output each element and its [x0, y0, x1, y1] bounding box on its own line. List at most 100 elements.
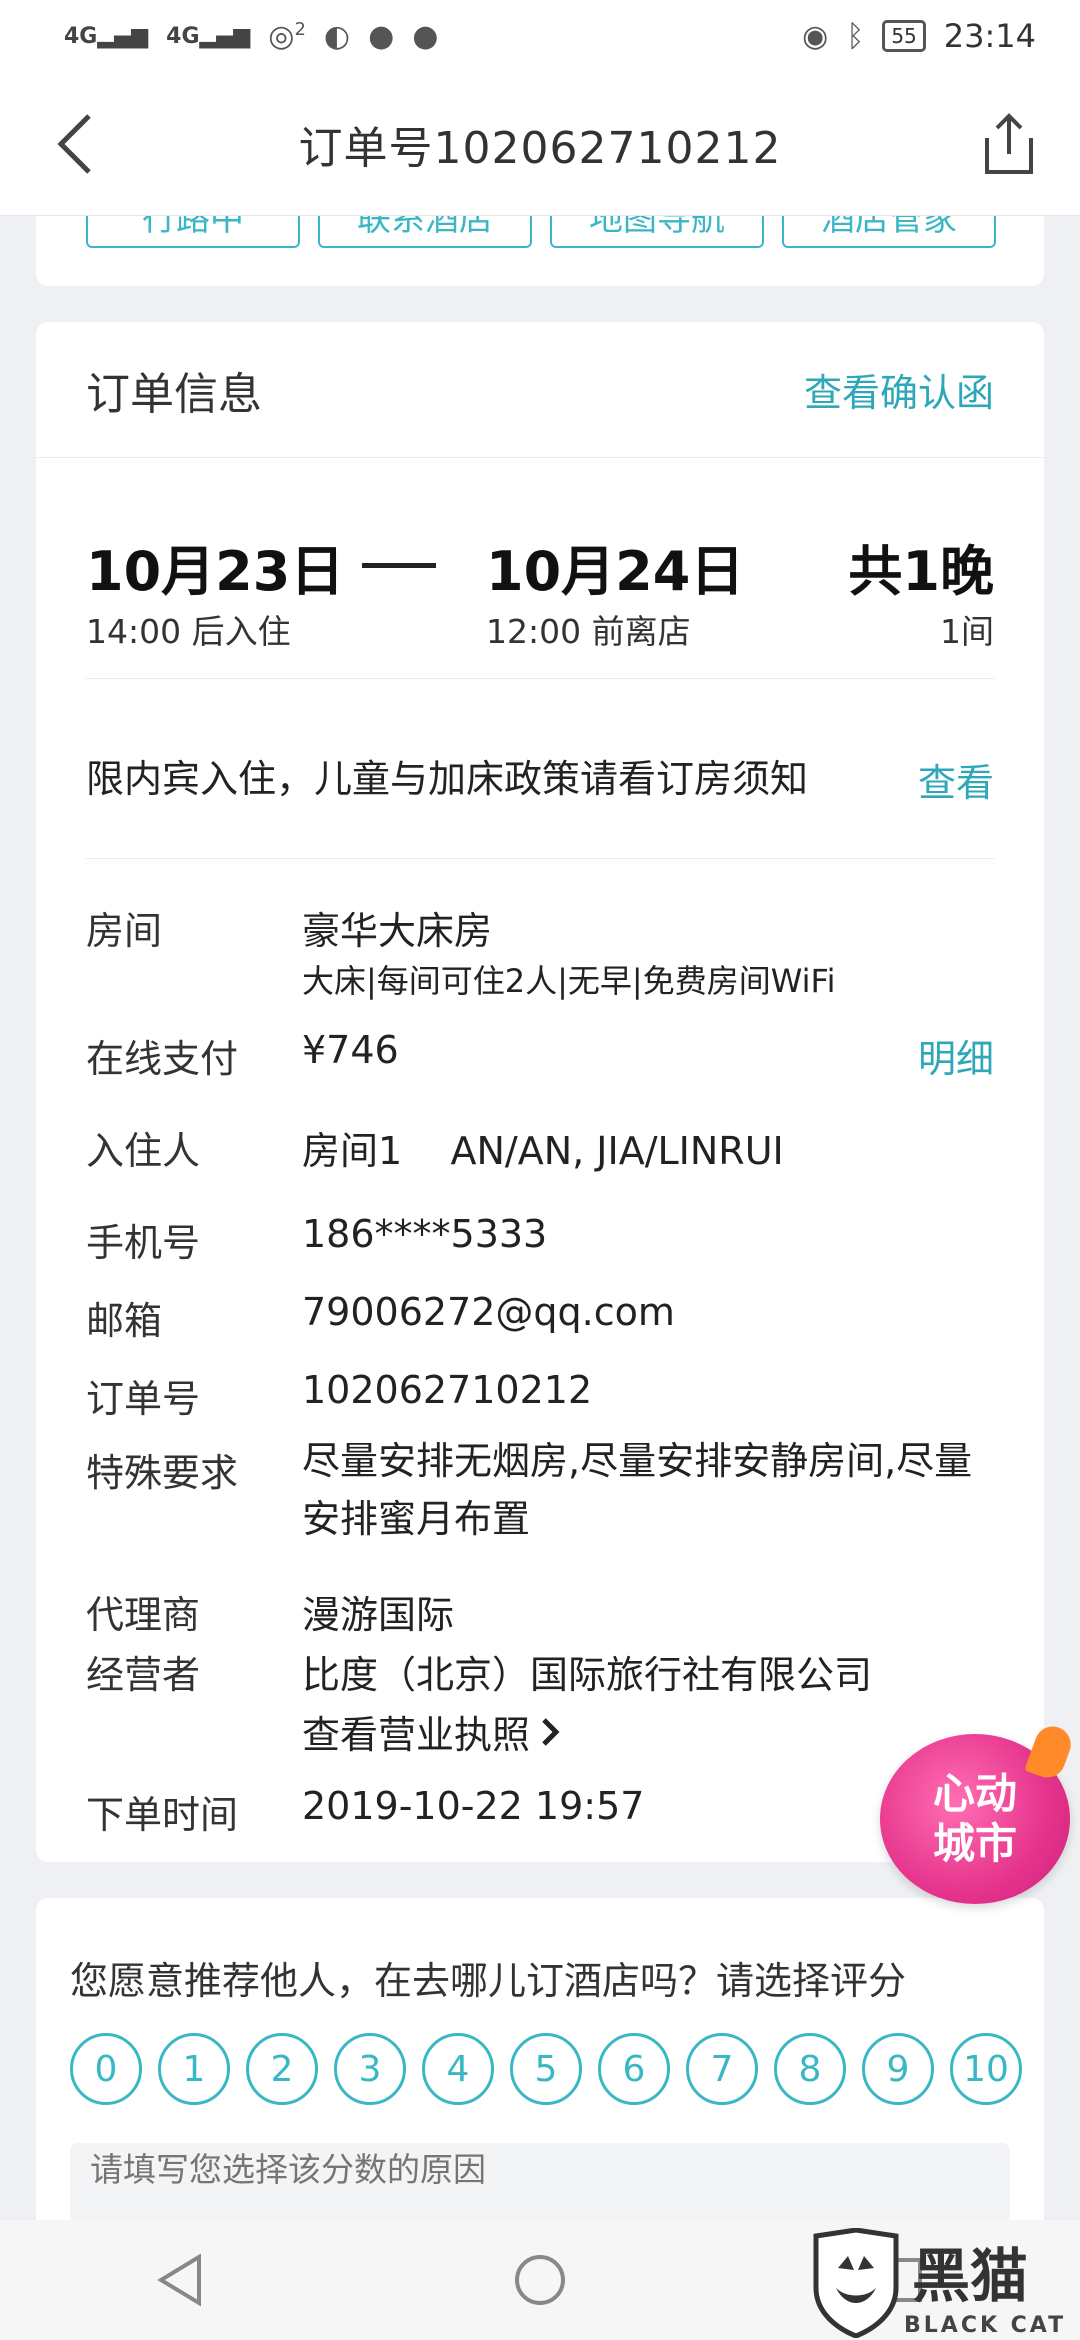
- divider: [86, 858, 994, 859]
- view-license-label: 查看营业执照: [302, 1713, 531, 1757]
- eye-icon: ◉: [802, 18, 829, 54]
- checkout-time: 12:00 前离店: [486, 612, 691, 651]
- order-info-card: 订单信息 查看确认函 10月23日 14:00 后入住 10月24日 12:00…: [36, 322, 1044, 1862]
- order-number-label: 订单号: [86, 1377, 201, 1421]
- status-left: 4G▂▄▆ 4G▂▄▆ ◎2 ◐ ● ●: [64, 19, 438, 54]
- view-license-link[interactable]: 查看营业执照: [302, 1704, 560, 1759]
- rooms-count: 1间: [940, 612, 994, 651]
- license-row: 查看营业执照: [86, 1704, 994, 1760]
- email-label: 邮箱: [86, 1299, 163, 1343]
- bluetooth-icon: ᛒ: [846, 18, 865, 54]
- score-5[interactable]: 5: [510, 2033, 582, 2105]
- special-request-value: 尽量安排无烟房,尽量安排安静房间,尽量安排蜜月布置: [302, 1439, 973, 1541]
- order-time-row: 下单时间 2019-10-22 19:57: [86, 1784, 994, 1840]
- badge-text: 心动 城市: [933, 1769, 1017, 1869]
- nights-count: 共1晚: [848, 540, 994, 603]
- hotspot-count: 2: [294, 18, 306, 40]
- view-policy-link[interactable]: 查看: [918, 752, 994, 807]
- chevron-left-icon: [57, 114, 91, 174]
- room-row: 房间 豪华大床房 大床|每间可住2人|无早|免费房间WiFi: [86, 900, 994, 1010]
- score-7[interactable]: 7: [686, 2033, 758, 2105]
- agent-value: 漫游国际: [302, 1593, 455, 1637]
- checkin-time: 14:00 后入住: [86, 612, 291, 651]
- nav-home-button[interactable]: [485, 2225, 595, 2335]
- view-confirmation-link[interactable]: 查看确认函: [804, 362, 994, 417]
- order-number-row: 订单号 102062710212: [86, 1368, 994, 1424]
- black-cat-watermark: 黑猫 BLACK CAT: [808, 2226, 1080, 2340]
- order-info-title: 订单信息: [86, 368, 262, 420]
- status-bar: 4G▂▄▆ 4G▂▄▆ ◎2 ◐ ● ● ◉ ᛒ 55 23:14: [0, 0, 1080, 72]
- cat-shield-icon: [813, 2228, 899, 2338]
- signal-bars-icon: ▂▄▆: [97, 23, 149, 49]
- top-action-button-1[interactable]: 行路中: [86, 216, 300, 248]
- badge-line-1: 心动: [932, 1769, 1017, 1818]
- operator-value: 比度（北京）国际旅行社有限公司: [302, 1653, 873, 1697]
- rating-question: 您愿意推荐他人，在去哪儿订酒店吗？请选择评分: [70, 1959, 907, 2003]
- score-4[interactable]: 4: [422, 2033, 494, 2105]
- map-navigation-button[interactable]: 地图导航: [550, 216, 764, 248]
- page-title: 订单号102062710212: [298, 122, 782, 174]
- room-value: 豪华大床房: [302, 909, 493, 953]
- booking-policy: 限内宾入住，儿童与加床政策请看订房须知 查看: [86, 714, 994, 844]
- circle-home-icon: [515, 2255, 565, 2305]
- hotel-butler-button[interactable]: 酒店管家: [782, 216, 996, 248]
- phone-row: 手机号 186****5333: [86, 1212, 994, 1268]
- email-value: 79006272@qq.com: [302, 1290, 675, 1334]
- promo-badge[interactable]: 心动 城市: [880, 1721, 1076, 1904]
- signal-icon-1: 4G▂▄▆: [64, 24, 148, 49]
- special-request-label: 特殊要求: [86, 1451, 239, 1495]
- score-8[interactable]: 8: [774, 2033, 846, 2105]
- phone-value: 186****5333: [302, 1212, 548, 1256]
- signal-bars-icon-2: ▂▄▆: [199, 23, 251, 49]
- score-options: 0 1 2 3 4 5 6 7 8 9 10: [70, 2033, 1022, 2105]
- payment-amount: ¥746: [302, 1028, 399, 1072]
- score-6[interactable]: 6: [598, 2033, 670, 2105]
- payment-label: 在线支付: [86, 1037, 239, 1081]
- order-time-label: 下单时间: [86, 1793, 239, 1837]
- score-9[interactable]: 9: [862, 2033, 934, 2105]
- share-icon: [985, 113, 1033, 174]
- order-number-value: 102062710212: [302, 1368, 593, 1412]
- order-time-value: 2019-10-22 19:57: [302, 1784, 645, 1828]
- clock: 23:14: [943, 17, 1036, 55]
- signal-label-2: 4G: [166, 23, 200, 49]
- score-1[interactable]: 1: [158, 2033, 230, 2105]
- hotspot-icon: ◎2: [268, 18, 306, 54]
- payment-row: 在线支付 ¥746 明细: [86, 1028, 994, 1084]
- stay-dates: 10月23日 14:00 后入住 10月24日 12:00 前离店 共1晚 1间: [86, 527, 994, 667]
- message-icon: ●: [412, 18, 439, 54]
- guest-row: 入住人 房间1 AN/AN, JIA/LINRUI: [86, 1120, 994, 1176]
- divider: [86, 678, 994, 679]
- signal-icon-2: 4G▂▄▆: [166, 24, 250, 49]
- watermark-text: 黑猫: [912, 2241, 1029, 2310]
- globe-icon: ◐: [323, 18, 351, 54]
- email-row: 邮箱 79006272@qq.com: [86, 1290, 994, 1346]
- chevron-right-icon: [542, 1717, 560, 1746]
- policy-text: 限内宾入住，儿童与加床政策请看订房须知: [86, 757, 809, 801]
- date-separator: [362, 563, 436, 568]
- score-10[interactable]: 10: [950, 2033, 1022, 2105]
- contact-hotel-button[interactable]: 联系酒店: [318, 216, 532, 248]
- triangle-back-icon: [157, 2253, 201, 2307]
- room-detail: 大床|每间可住2人|无早|免费房间WiFi: [302, 962, 836, 1000]
- operator-label: 经营者: [86, 1653, 201, 1697]
- watermark-sub: BLACK CAT: [904, 2312, 1067, 2338]
- score-2[interactable]: 2: [246, 2033, 318, 2105]
- watermark-text-block: 黑猫 BLACK CAT: [904, 2229, 1066, 2338]
- agent-row: 代理商 漫游国际: [86, 1584, 994, 1640]
- agent-label: 代理商: [86, 1593, 201, 1637]
- wechat-icon: ●: [368, 18, 395, 54]
- hotel-actions-card: 行路中 联系酒店 地图导航 酒店管家: [36, 216, 1044, 286]
- score-3[interactable]: 3: [334, 2033, 406, 2105]
- signal-label-1: 4G: [64, 23, 98, 49]
- score-0[interactable]: 0: [70, 2033, 142, 2105]
- guest-value: 房间1 AN/AN, JIA/LINRUI: [302, 1129, 784, 1173]
- nav-back-button[interactable]: [125, 2225, 235, 2335]
- back-button[interactable]: [40, 106, 110, 182]
- share-button[interactable]: [974, 106, 1044, 182]
- app-header: 订单号102062710212: [0, 72, 1080, 216]
- operator-row: 经营者 比度（北京）国际旅行社有限公司: [86, 1644, 994, 1700]
- checkin-date: 10月23日: [86, 540, 345, 603]
- payment-detail-link[interactable]: 明细: [918, 1028, 994, 1083]
- order-info-header: 订单信息 查看确认函: [36, 322, 1044, 458]
